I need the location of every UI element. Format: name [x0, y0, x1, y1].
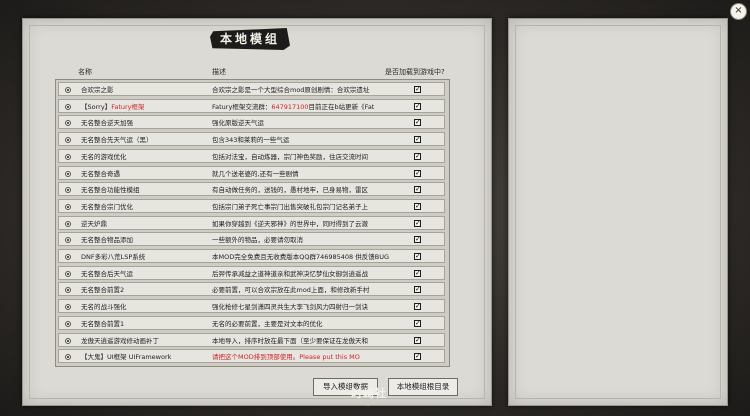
mod-icon — [65, 87, 71, 93]
mod-row[interactable]: 合欢宗之影 合欢宗之影是一个大型综合mod原创剧情：合欢宗遗址 ✓ — [58, 82, 445, 96]
mod-description: 一些额外的物品，必要请勿取消 — [212, 236, 303, 245]
mod-name: 无名整合逆天加强 — [81, 119, 133, 128]
watermark-sub: shiyj.me — [360, 401, 377, 406]
mod-icon — [65, 337, 71, 344]
load-checkbox[interactable]: ✓ — [414, 286, 421, 294]
mod-description: Fatury框架交流群：647917100目前正在b站更新《Fat — [212, 102, 375, 111]
mod-name: 逆天炉鼎 — [81, 219, 107, 228]
mod-description: 就几个送老婆的,还有一些剧情 — [212, 169, 299, 178]
mod-description: 强化原版逆天气运 — [212, 119, 264, 128]
mod-row[interactable]: 无名整合奇遇 就几个送老婆的,还有一些剧情 ✓ — [58, 165, 445, 180]
mod-name: 无名整合奇遇 — [81, 169, 120, 178]
local-mod-directory-button[interactable]: 本地模组根目录 — [388, 378, 458, 396]
mod-description: 后羿传承减益之道神道亲和武神决忆梦仙女御剑逍遥战 — [212, 269, 368, 278]
mod-description: 合欢宗之影是一个大型综合mod原创剧情：合欢宗遗址 — [212, 86, 370, 94]
mod-name: 无名整合宗门优化 — [81, 202, 133, 211]
mod-detail-panel — [508, 18, 728, 406]
mod-icon — [65, 153, 71, 160]
mod-icon — [65, 120, 71, 127]
mod-list: 合欢宗之影 合欢宗之影是一个大型综合mod原创剧情：合欢宗遗址 ✓ 【Sorry】Fa… — [55, 79, 450, 367]
load-checkbox[interactable]: ✓ — [414, 86, 421, 93]
mod-name: 无名整合前置2 — [81, 286, 125, 295]
mod-description: 请把这个MOD排到顶部使用。Please put this MO — [212, 353, 360, 362]
mod-description: 包含343和莱莉的一些气运 — [212, 136, 290, 145]
mod-description: 包括对法宝，自动炼器，宗门神色奖励，住店交流时间 — [212, 152, 368, 161]
mod-icon — [65, 170, 71, 177]
mod-description: 无名的必要前置，主要是对文本的优化 — [212, 319, 323, 328]
mod-row[interactable]: 无名整合先天气运（黑） 包含343和莱莉的一些气运 ✓ — [58, 132, 445, 147]
mod-description: 必要前置，可以合欢宗放在此mod上面，和修改新手村 — [212, 286, 370, 295]
mod-name: 无名的战斗强化 — [81, 303, 127, 312]
mod-row[interactable]: 无名整合物品添加 一些额外的物品，必要请勿取消 ✓ — [58, 232, 445, 247]
page-title: 本地模组 — [210, 28, 290, 50]
mod-description: 本MOD完全免费且无收费版本QQ群746985408 供反馈BUG — [212, 253, 390, 261]
mod-icon — [65, 270, 71, 277]
load-checkbox[interactable]: ✓ — [414, 303, 421, 311]
mod-row[interactable]: 无名的游戏优化 包括对法宝，自动炼器，宗门神色奖励，住店交流时间 ✓ — [58, 148, 445, 163]
load-checkbox[interactable]: ✓ — [414, 186, 421, 194]
mod-icon — [65, 287, 71, 294]
mod-name: DNF多彩八荒LSP系统 — [81, 253, 146, 261]
close-icon[interactable]: × — [730, 3, 747, 20]
mod-icon — [65, 354, 71, 361]
mod-description: 强化枪修七星剑潇四灵共生大李飞剑风力四射归一剑诀 — [212, 303, 368, 312]
mod-row[interactable]: 龙傲天逍遥游戏修动画补丁 本地导入，排序时放在最下面（至少要保证在龙傲天和 ✓ — [58, 332, 445, 347]
mod-icon — [65, 254, 71, 260]
mod-description: 包括宗门弟子死亡事宗门出售突破礼包宗门记名弟子上 — [212, 202, 368, 211]
load-checkbox[interactable]: ✓ — [414, 152, 421, 160]
mod-icon — [65, 220, 71, 227]
mod-name: 无名整合前置1 — [81, 319, 125, 328]
mod-icon — [65, 237, 71, 244]
watermark: 时崎社 — [351, 387, 387, 400]
mod-row[interactable]: 无名整合前置1 无名的必要前置，主要是对文本的优化 ✓ — [58, 315, 445, 330]
load-checkbox[interactable]: ✓ — [414, 169, 421, 177]
mod-description: 本地导入，排序时放在最下面（至少要保证在龙傲天和 — [212, 336, 368, 345]
mod-row[interactable]: DNF多彩八荒LSP系统 本MOD完全免费且无收费版本QQ群746985408 供… — [58, 249, 445, 263]
mod-row[interactable]: 无名整合功能性模组 有自动做任务的，送钱的，愚村地牢，已身易物，雷区 ✓ — [58, 182, 445, 197]
column-header-description: 描述 — [212, 68, 226, 76]
column-header-name: 名称 — [78, 68, 92, 76]
mod-row[interactable]: 无名整合前置2 必要前置，可以合欢宗放在此mod上面，和修改新手村 ✓ — [58, 282, 445, 297]
mod-row[interactable]: 【Sorry】Fatury框架 Fatury框架交流群：647917100目前正在… — [58, 98, 445, 113]
load-checkbox[interactable]: ✓ — [414, 353, 421, 361]
load-checkbox[interactable]: ✓ — [414, 136, 421, 144]
mod-name: 无名整合先天气运（黑） — [81, 136, 153, 145]
mod-icon — [65, 203, 71, 210]
load-checkbox[interactable]: ✓ — [414, 119, 421, 127]
mod-row[interactable]: 无名整合后天气运 后羿传承减益之道神道亲和武神决忆梦仙女御剑逍遥战 ✓ — [58, 265, 445, 280]
mod-name: 无名整合物品添加 — [81, 236, 133, 245]
load-checkbox[interactable]: ✓ — [414, 202, 421, 210]
mod-name: 龙傲天逍遥游戏修动画补丁 — [81, 336, 159, 345]
mod-icon — [65, 187, 71, 194]
load-checkbox[interactable]: ✓ — [414, 253, 421, 260]
mod-icon — [65, 103, 71, 110]
mod-row[interactable]: 无名整合宗门优化 包括宗门弟子死亡事宗门出售突破礼包宗门记名弟子上 ✓ — [58, 198, 445, 213]
mod-name: 合欢宗之影 — [81, 86, 114, 94]
mod-icon — [65, 137, 71, 144]
load-checkbox[interactable]: ✓ — [414, 236, 421, 244]
load-checkbox[interactable]: ✓ — [414, 269, 421, 277]
mod-row[interactable]: 逆天炉鼎 如果你穿越到《逆天邪神》的世界中，同时得到了云澈 ✓ — [58, 215, 445, 230]
mod-name: 无名整合功能性模组 — [81, 186, 140, 195]
mod-row[interactable]: 无名的战斗强化 强化枪修七星剑潇四灵共生大李飞剑风力四射归一剑诀 ✓ — [58, 299, 445, 314]
mod-name: 无名整合后天气运 — [81, 269, 133, 278]
load-checkbox[interactable]: ✓ — [414, 102, 421, 110]
load-checkbox[interactable]: ✓ — [414, 336, 421, 344]
mod-name: 无名的游戏优化 — [81, 152, 127, 161]
load-checkbox[interactable]: ✓ — [414, 219, 421, 227]
mod-description: 有自动做任务的，送钱的，愚村地牢，已身易物，雷区 — [212, 186, 368, 195]
mod-icon — [65, 320, 71, 327]
mod-icon — [65, 304, 71, 311]
mod-description: 如果你穿越到《逆天邪神》的世界中，同时得到了云澈 — [212, 219, 368, 228]
mod-name: 【大鬼】UI框架 UIFramework — [81, 353, 172, 362]
load-checkbox[interactable]: ✓ — [414, 319, 421, 327]
mod-row[interactable]: 无名整合逆天加强 强化原版逆天气运 ✓ — [58, 115, 445, 130]
mod-name: 【Sorry】Fatury框架 — [81, 102, 145, 111]
mod-row[interactable]: 【大鬼】UI框架 UIFramework 请把这个MOD排到顶部使用。Please… — [58, 349, 445, 364]
column-header-load: 是否加载到游戏中? — [385, 68, 445, 76]
